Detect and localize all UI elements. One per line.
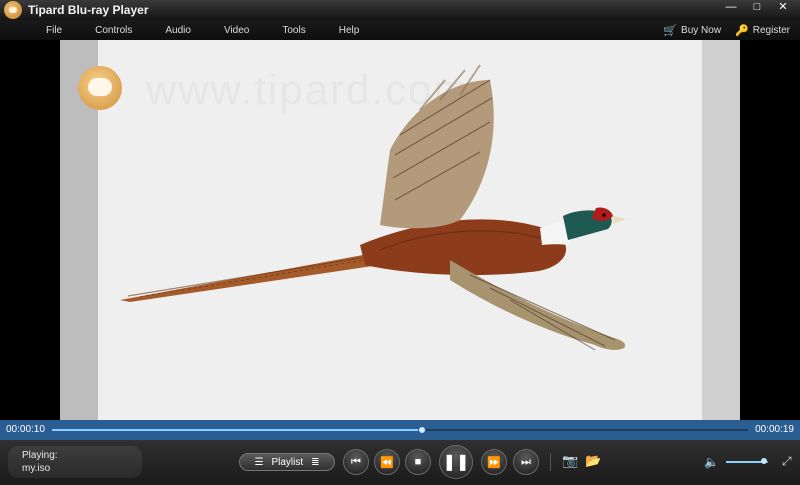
volume-handle[interactable] xyxy=(760,458,767,464)
list-icon: ☰ xyxy=(254,456,264,468)
cart-icon: 🛒 xyxy=(663,24,678,37)
buy-now-link[interactable]: 🛒 Buy Now xyxy=(663,24,721,37)
app-logo-icon xyxy=(4,1,22,19)
menu-video[interactable]: Video xyxy=(216,25,257,36)
seek-handle[interactable] xyxy=(417,426,426,434)
camera-icon[interactable]: 📷 xyxy=(562,453,578,469)
buy-now-label: Buy Now xyxy=(681,24,722,36)
rewind-button[interactable]: ⏪ xyxy=(374,449,400,475)
menu-bar: File Controls Audio Video Tools Help 🛒 B… xyxy=(0,20,800,40)
playlist-menu-icon: ≣ xyxy=(311,456,320,468)
window-title: Tipard Blu-ray Player xyxy=(28,3,149,17)
close-icon[interactable]: ✕ xyxy=(772,0,794,14)
register-link[interactable]: 🔑 Register xyxy=(735,24,790,37)
window-controls: — □ ✕ xyxy=(720,0,794,14)
player-window: Tipard Blu-ray Player — □ ✕ File Control… xyxy=(0,0,800,485)
minimize-icon[interactable]: — xyxy=(720,0,742,14)
next-button[interactable]: ⏭ xyxy=(513,449,539,475)
menu-help[interactable]: Help xyxy=(331,25,368,36)
separator xyxy=(550,453,551,471)
playlist-label: Playlist xyxy=(271,456,304,468)
fast-forward-button[interactable]: ⏩ xyxy=(481,449,507,475)
previous-button[interactable]: ⏮ xyxy=(343,449,369,475)
rewind-icon: ⏪ xyxy=(380,456,394,469)
menu-audio[interactable]: Audio xyxy=(157,25,199,36)
menu-file[interactable]: File xyxy=(38,25,70,36)
menu-controls[interactable]: Controls xyxy=(87,25,140,36)
volume-slider[interactable] xyxy=(726,458,768,464)
stop-button[interactable]: ■ xyxy=(405,449,431,475)
video-area[interactable]: www.tipard.com xyxy=(60,40,740,420)
playing-file: my.iso xyxy=(22,463,51,474)
seek-fill xyxy=(52,429,421,431)
key-icon: 🔑 xyxy=(735,24,749,37)
speaker-icon[interactable]: 🔈 xyxy=(704,455,719,469)
menu-right: 🛒 Buy Now 🔑 Register xyxy=(663,20,790,40)
pheasant-image xyxy=(120,64,626,351)
folder-icon[interactable]: 📂 xyxy=(585,453,601,469)
pause-icon: ❚❚ xyxy=(442,454,470,471)
time-elapsed: 00:00:10 xyxy=(6,424,45,435)
stop-icon: ■ xyxy=(414,456,422,468)
fast-forward-icon: ⏩ xyxy=(487,456,501,469)
playing-label: Playing: xyxy=(22,450,58,461)
next-icon: ⏭ xyxy=(521,455,531,468)
maximize-icon[interactable]: □ xyxy=(746,0,768,14)
title-bar: Tipard Blu-ray Player — □ ✕ xyxy=(0,0,800,20)
menu-tools[interactable]: Tools xyxy=(274,25,313,36)
time-total: 00:00:19 xyxy=(755,424,794,435)
now-playing-box: Playing: my.iso xyxy=(8,446,142,478)
playlist-button[interactable]: ☰ Playlist ≣ xyxy=(239,453,335,471)
seek-bar: 00:00:10 00:00:19 xyxy=(0,420,800,440)
control-bar: Playing: my.iso ☰ Playlist ≣ ⏮ ⏪ ■ ❚❚ ⏩ … xyxy=(0,440,800,485)
seek-track[interactable] xyxy=(52,426,748,434)
fullscreen-icon[interactable]: ⤢ xyxy=(782,454,792,469)
volume-fill xyxy=(726,461,764,463)
pause-button[interactable]: ❚❚ xyxy=(439,445,473,479)
previous-icon: ⏮ xyxy=(351,455,361,468)
register-label: Register xyxy=(752,24,790,36)
